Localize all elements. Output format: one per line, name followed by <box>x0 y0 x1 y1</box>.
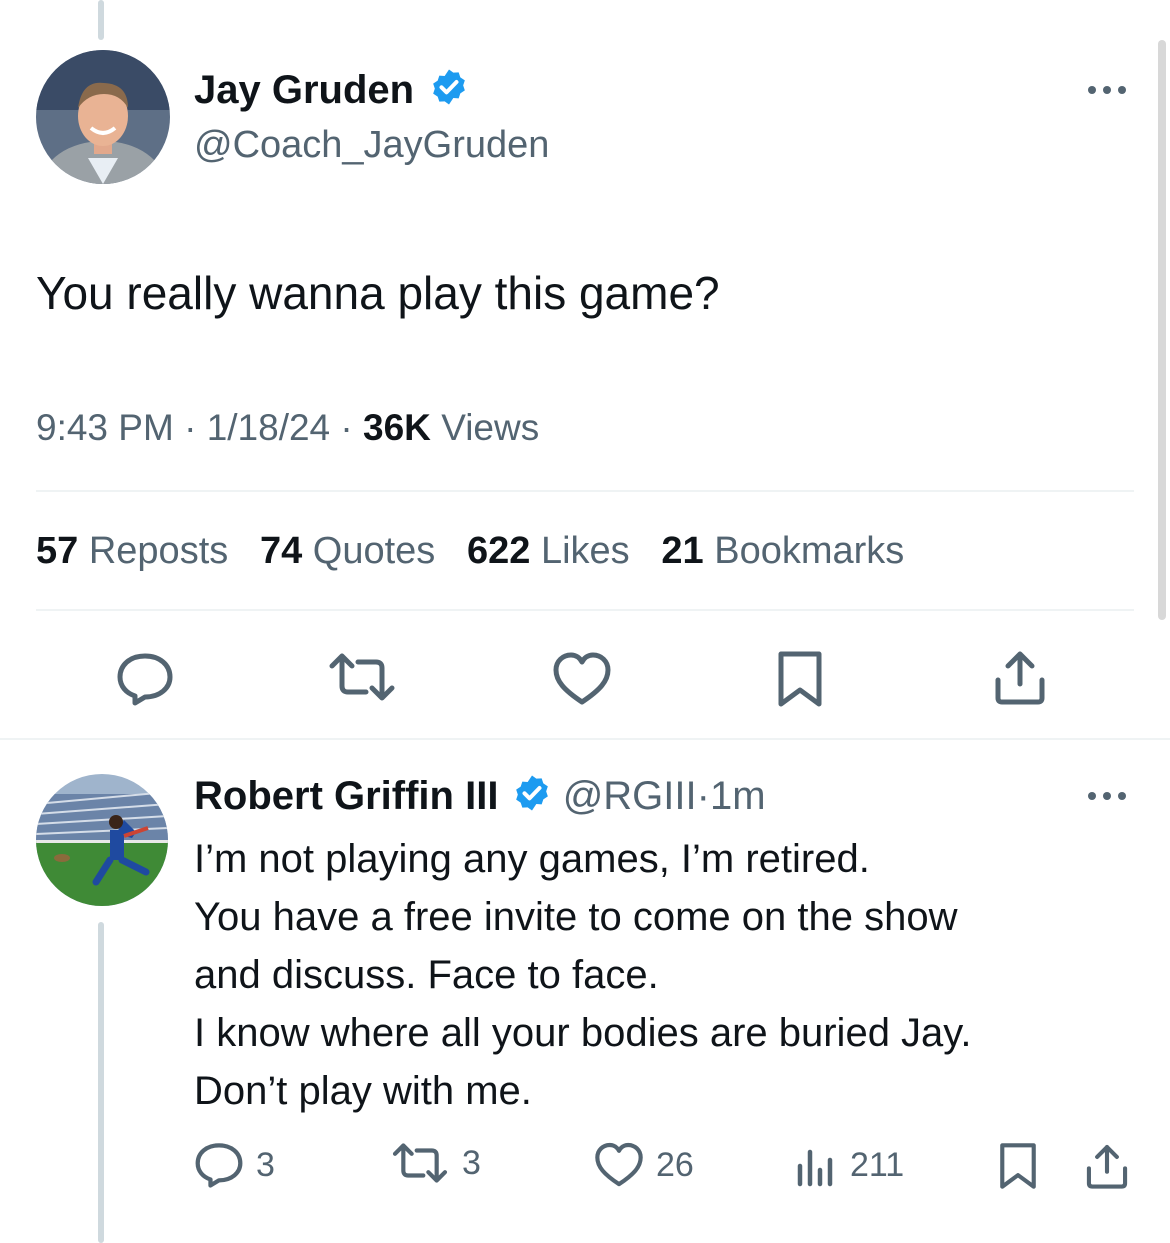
bookmarks-count: 21 <box>661 530 704 572</box>
more-icon[interactable] <box>1088 792 1126 800</box>
reposts-count: 57 <box>36 530 79 572</box>
quotes-count: 74 <box>259 530 303 572</box>
avatar-rgiii[interactable] <box>36 774 168 906</box>
views-count: 211 <box>850 1145 905 1184</box>
reply-icon[interactable] <box>116 652 174 706</box>
separator: · <box>184 407 197 448</box>
divider <box>36 609 1134 611</box>
reply-text-line: I know where all your bodies are buried … <box>194 1011 972 1055</box>
reply-text-line: and discuss. Face to face. <box>194 953 659 997</box>
separator: · <box>696 774 710 818</box>
reply-action-likes[interactable]: 26 <box>594 1142 694 1188</box>
like-count: 26 <box>656 1145 694 1184</box>
more-icon[interactable] <box>1088 86 1126 94</box>
bookmark-icon[interactable] <box>998 1142 1038 1190</box>
tweet-text: You really wanna play this game? <box>36 267 720 319</box>
quotes-stat[interactable]: 74 Quotes <box>260 530 446 572</box>
reply-count: 3 <box>256 1145 275 1184</box>
avatar-jay-gruden[interactable] <box>36 50 170 184</box>
verified-badge-icon <box>512 773 552 823</box>
reposts-label: Reposts <box>88 530 229 572</box>
reply-text: I’m not playing any games, I’m retired. … <box>194 830 971 1120</box>
reply-header: Robert Griffin III @RGIII·1m <box>194 773 766 823</box>
stats-row: 57 Reposts 74 Quotes 622 Likes 21 Bookma… <box>36 529 904 573</box>
reply-text-line: Don’t play with me. <box>194 1069 532 1113</box>
views-count: 36K <box>363 407 431 448</box>
share-icon[interactable] <box>1084 1142 1130 1190</box>
views-label: Views <box>441 407 540 448</box>
thread-connector-bottom <box>98 922 104 1243</box>
reply-text-line: I’m not playing any games, I’m retired. <box>194 837 870 881</box>
likes-count: 622 <box>467 530 531 572</box>
reposts-stat[interactable]: 57 Reposts <box>36 530 239 572</box>
reply-action-bar: 3 3 26 211 <box>194 1142 1134 1190</box>
reply-time[interactable]: 1m <box>710 774 766 818</box>
scrollbar[interactable] <box>1158 40 1166 620</box>
repost-icon <box>390 1142 450 1184</box>
likes-label: Likes <box>540 530 630 572</box>
reply-text-line: You have a free invite to come on the sh… <box>194 895 958 939</box>
reply-action-views[interactable]: 211 <box>794 1142 904 1188</box>
thread-connector-top <box>98 0 104 40</box>
bookmarks-label: Bookmarks <box>714 530 905 572</box>
separator: · <box>340 407 353 448</box>
reply-icon <box>194 1142 244 1188</box>
like-icon[interactable] <box>552 652 612 706</box>
repost-count: 3 <box>462 1143 481 1182</box>
reply-action-replies[interactable]: 3 <box>194 1142 275 1188</box>
reply-handle[interactable]: @RGIII <box>563 774 697 818</box>
reply-action-reposts[interactable]: 3 <box>390 1142 481 1184</box>
divider <box>36 490 1134 492</box>
like-icon <box>594 1142 644 1188</box>
verified-badge-icon <box>429 67 469 117</box>
bookmarks-stat[interactable]: 21 Bookmarks <box>661 530 904 572</box>
author-handle[interactable]: @Coach_JayGruden <box>194 123 549 167</box>
likes-stat[interactable]: 622 Likes <box>467 530 640 572</box>
share-icon[interactable] <box>992 648 1048 706</box>
tweet-separator <box>0 738 1170 740</box>
tweet-date[interactable]: 1/18/24 <box>207 407 330 448</box>
author-name-text[interactable]: Jay Gruden <box>194 68 414 112</box>
tweet-time[interactable]: 9:43 PM <box>36 407 174 448</box>
views-icon <box>794 1142 838 1188</box>
repost-icon[interactable] <box>326 652 398 702</box>
bookmark-icon[interactable] <box>776 650 824 708</box>
author-name[interactable]: Jay Gruden <box>194 67 469 117</box>
quotes-label: Quotes <box>312 530 436 572</box>
reply-author-name[interactable]: Robert Griffin III <box>194 774 498 818</box>
tweet-metadata: 9:43 PM · 1/18/24 · 36K Views <box>36 406 539 450</box>
